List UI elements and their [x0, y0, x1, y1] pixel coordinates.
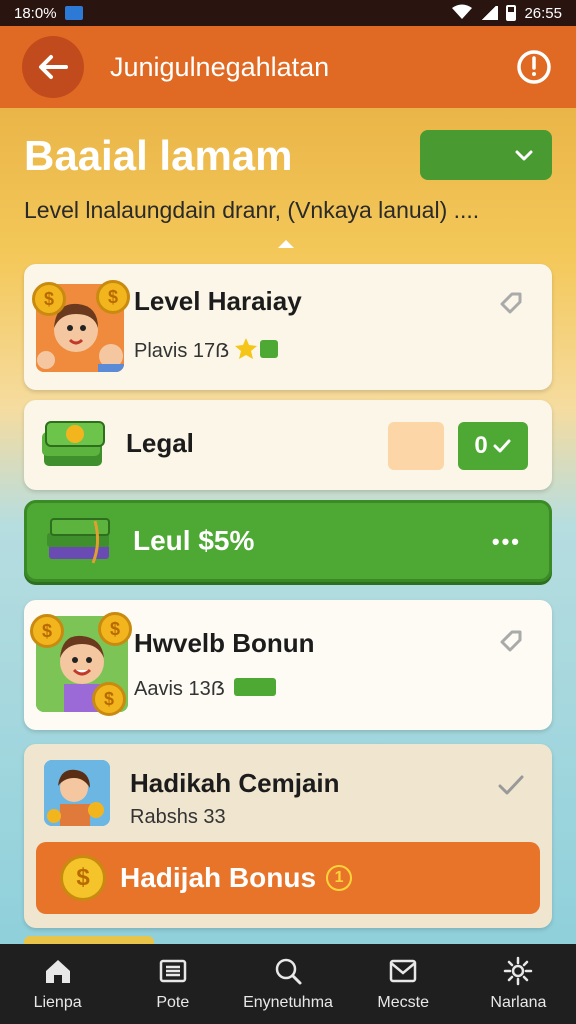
nav-label: Pote — [156, 994, 190, 1011]
card-title: Hadikah Cemjain — [130, 768, 340, 798]
nav-label: Mecste — [377, 994, 429, 1011]
nav-item-home[interactable]: Lienpa — [0, 944, 115, 1024]
nav-item-list[interactable]: Pote — [115, 944, 230, 1024]
avatar — [44, 760, 110, 826]
chevron-up-icon[interactable] — [276, 238, 296, 250]
home-icon — [45, 960, 70, 983]
chevron-down-icon — [515, 150, 533, 161]
more-options-button[interactable]: ••• — [492, 529, 521, 555]
alert-button[interactable] — [514, 47, 554, 87]
card-subtitle: Rabshs 33 — [130, 806, 226, 828]
card-title: Leul $5% — [133, 525, 255, 556]
coin-icon: $ — [30, 614, 64, 648]
app-notification-icon — [64, 6, 83, 20]
badge-icon — [234, 678, 276, 696]
hero-title: Baaial lamam — [24, 132, 293, 179]
list-item[interactable]: $ $ Level Haraiay Plavis 17ẞ — [24, 264, 552, 390]
card-title: Legal — [126, 428, 194, 458]
tag-outline-icon[interactable] — [496, 626, 526, 656]
bonus-count-badge: 1 — [326, 865, 353, 891]
card-subtitle: Plavis 17ẞ — [134, 340, 230, 362]
card-subtitle: Aavis 13ẞ — [134, 678, 225, 700]
clock-alert-icon — [517, 50, 551, 84]
tag-outline-icon[interactable] — [496, 288, 526, 318]
list-icon — [159, 959, 187, 983]
highlight-card[interactable]: Leul $5% ••• — [24, 500, 552, 582]
card-title: Level Haraiay — [134, 286, 302, 316]
book-stack-icon — [47, 518, 110, 564]
nav-item-settings[interactable]: Narlana — [461, 944, 576, 1024]
status-time: 26:55 — [524, 4, 562, 22]
bottom-nav: Lienpa Pote Enynetuhma Mecste Narlana — [0, 944, 576, 1024]
page-title: Junigulnegahlatan — [110, 51, 330, 82]
check-icon[interactable] — [496, 770, 526, 800]
nav-item-mail[interactable]: Mecste — [346, 944, 461, 1024]
hero-dropdown-button[interactable] — [420, 130, 552, 180]
hero-subtitle: Level lnalaungdain dranr, (Vnkaya lanual… — [24, 197, 480, 223]
star-badge-icon — [235, 338, 278, 359]
list-item[interactable]: Legal 0 — [24, 400, 552, 490]
nav-label: Enynetuhma — [243, 994, 333, 1011]
coin-icon: $ — [32, 282, 66, 316]
coin-icon: $ — [92, 682, 126, 716]
gear-icon — [504, 956, 533, 986]
app-bar: Junigulnegahlatan — [0, 26, 576, 108]
cash-stack-icon — [42, 421, 105, 466]
status-bar: 18:0% 26:55 — [0, 0, 576, 26]
coin-icon: $ — [98, 612, 132, 646]
nav-label: Lienpa — [33, 994, 82, 1011]
arrow-left-icon — [39, 55, 68, 79]
search-icon — [275, 958, 302, 985]
list-item[interactable]: $ $ $ Hwvelb Bonun Aavis 13ẞ — [24, 600, 552, 730]
nav-item-search[interactable]: Enynetuhma — [230, 944, 345, 1024]
battery-icon — [506, 5, 517, 21]
mail-icon — [389, 959, 417, 983]
coin-icon: $ — [60, 855, 106, 901]
status-left-text: 18:0% — [14, 4, 57, 22]
nav-label: Narlana — [490, 994, 547, 1011]
empty-box[interactable] — [388, 422, 444, 470]
bonus-button[interactable]: $ Hadijah Bonus 1 — [36, 842, 540, 914]
back-button[interactable] — [22, 36, 84, 98]
card-title: Hwvelb Bonun — [134, 628, 315, 658]
wifi-icon — [452, 4, 473, 23]
confirm-button-label: 0 — [474, 432, 488, 459]
check-icon — [493, 439, 511, 453]
bonus-button-label: Hadijah Bonus — [120, 862, 317, 893]
coin-icon: $ — [96, 280, 130, 314]
confirm-button[interactable]: 0 — [458, 422, 528, 470]
signal-icon — [480, 6, 499, 20]
